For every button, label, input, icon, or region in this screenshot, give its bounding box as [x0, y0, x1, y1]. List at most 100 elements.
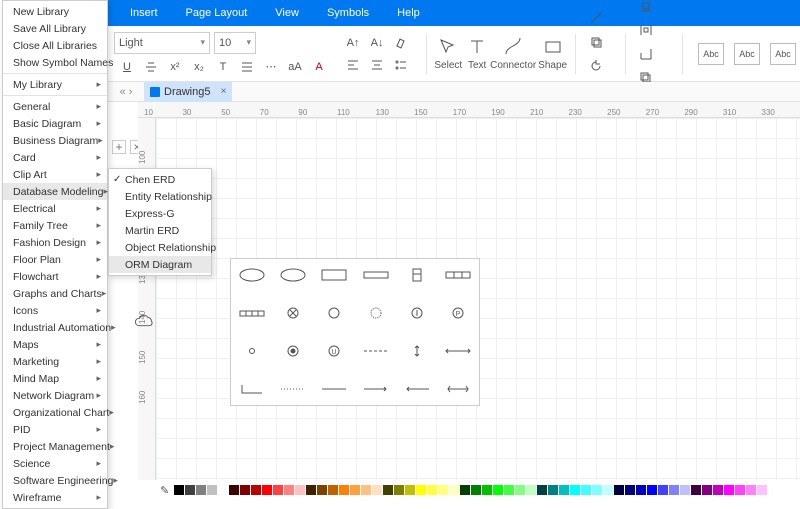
color-swatch[interactable] — [372, 485, 382, 495]
color-swatch[interactable] — [284, 485, 294, 495]
lib-menu-item[interactable]: Floor Plan▸ — [3, 251, 107, 268]
lib-menu-item[interactable]: Software Engineering▸ — [3, 472, 107, 489]
underline-button[interactable]: U — [118, 58, 136, 76]
font-increase-button[interactable]: A↑ — [344, 34, 362, 52]
fill-button[interactable] — [587, 0, 605, 3]
lib-menu-item[interactable]: Fashion Design▸ — [3, 234, 107, 251]
lib-menu-item[interactable]: Marketing▸ — [3, 353, 107, 370]
circle-p-icon[interactable]: P — [444, 306, 472, 320]
lib-menu-item[interactable]: PID▸ — [3, 421, 107, 438]
more-button[interactable]: ⋯ — [262, 58, 280, 76]
color-swatch[interactable] — [757, 485, 767, 495]
ellipse-shape-icon[interactable] — [238, 268, 266, 282]
superscript-button[interactable]: x² — [166, 58, 184, 76]
theme-preset-3[interactable]: Abc — [770, 43, 796, 65]
theme-preset-1[interactable]: Abc — [698, 43, 724, 65]
color-swatch[interactable] — [460, 485, 470, 495]
arrow-right-icon[interactable] — [362, 382, 390, 396]
color-swatch[interactable] — [262, 485, 272, 495]
submenu-item[interactable]: Express-G — [109, 205, 211, 222]
color-swatch[interactable] — [592, 485, 602, 495]
target-circle-icon[interactable] — [279, 344, 307, 358]
color-swatch[interactable] — [240, 485, 250, 495]
subscript-button[interactable]: x₂ — [190, 58, 208, 76]
color-swatch[interactable] — [702, 485, 712, 495]
color-swatch[interactable] — [647, 485, 657, 495]
lib-menu-item[interactable]: General▸ — [3, 98, 107, 115]
color-swatch[interactable] — [713, 485, 723, 495]
color-swatch[interactable] — [537, 485, 547, 495]
split-arrow-icon[interactable] — [444, 382, 472, 396]
submenu-item[interactable]: ORM Diagram — [109, 256, 211, 273]
library-menu[interactable]: New LibrarySave All LibraryClose All Lib… — [2, 0, 108, 509]
color-swatch[interactable] — [548, 485, 558, 495]
lib-menu-item[interactable]: Save All Library — [3, 20, 107, 37]
lib-menu-item[interactable]: Icons▸ — [3, 302, 107, 319]
shadow-button[interactable] — [587, 33, 605, 51]
color-swatch[interactable] — [493, 485, 503, 495]
color-swatch[interactable] — [636, 485, 646, 495]
color-swatch[interactable] — [295, 485, 305, 495]
menu-view[interactable]: View — [261, 7, 313, 19]
menu-page-layout[interactable]: Page Layout — [172, 7, 262, 19]
font-decrease-button[interactable]: A↓ — [368, 34, 386, 52]
rotate-button[interactable] — [587, 57, 605, 75]
color-swatch[interactable] — [416, 485, 426, 495]
color-swatch[interactable] — [394, 485, 404, 495]
circle-u-icon[interactable]: U — [320, 344, 348, 358]
bracket-icon[interactable] — [238, 382, 266, 396]
lib-menu-item[interactable]: Flowchart▸ — [3, 268, 107, 285]
color-swatch[interactable] — [625, 485, 635, 495]
color-swatch[interactable] — [614, 485, 624, 495]
color-swatch[interactable] — [207, 485, 217, 495]
text-button[interactable]: T — [214, 58, 232, 76]
add-library-button[interactable]: + — [112, 140, 126, 154]
lib-menu-item[interactable]: Maps▸ — [3, 336, 107, 353]
color-swatch[interactable] — [471, 485, 481, 495]
lib-menu-item[interactable]: Show Symbol Names — [3, 54, 107, 71]
color-swatch[interactable] — [405, 485, 415, 495]
rect-shape-icon[interactable] — [362, 268, 390, 282]
dotted-circle-icon[interactable] — [362, 306, 390, 320]
dotted-line-icon[interactable] — [279, 382, 307, 396]
text-tool[interactable]: Text — [466, 36, 488, 71]
lib-menu-item[interactable]: Card▸ — [3, 149, 107, 166]
lib-menu-item[interactable]: Mind Map▸ — [3, 370, 107, 387]
circle-label-icon[interactable] — [320, 306, 348, 320]
lib-menu-item[interactable]: Basic Diagram▸ — [3, 115, 107, 132]
circle-i-icon[interactable] — [403, 306, 431, 320]
color-swatch[interactable] — [746, 485, 756, 495]
vertical-arrow-icon[interactable] — [403, 344, 431, 358]
color-swatch[interactable] — [735, 485, 745, 495]
color-swatch[interactable] — [526, 485, 536, 495]
size-button[interactable] — [637, 45, 655, 63]
database-modeling-submenu[interactable]: ✓Chen ERDEntity RelationshipExpress-GMar… — [108, 168, 212, 276]
color-swatch[interactable] — [350, 485, 360, 495]
color-swatch[interactable] — [427, 485, 437, 495]
color-swatch[interactable] — [449, 485, 459, 495]
color-swatch[interactable] — [691, 485, 701, 495]
distribute-button[interactable] — [637, 21, 655, 39]
color-swatch[interactable] — [185, 485, 195, 495]
shape-tool[interactable]: Shape — [538, 36, 567, 71]
lib-menu-item[interactable]: Science▸ — [3, 455, 107, 472]
connector-tool[interactable]: Connector — [492, 36, 534, 71]
ellipse-shape-icon[interactable] — [279, 268, 307, 282]
case-button[interactable]: aA — [286, 58, 304, 76]
lib-menu-item[interactable]: Family Tree▸ — [3, 217, 107, 234]
arrow-left-icon[interactable] — [403, 382, 431, 396]
lib-menu-item[interactable]: Electrical▸ — [3, 200, 107, 217]
align-left-button[interactable] — [344, 56, 362, 74]
lib-menu-item[interactable]: Business Diagram▸ — [3, 132, 107, 149]
document-tab[interactable]: Drawing5 × — [144, 82, 232, 102]
line-button[interactable] — [587, 9, 605, 27]
double-arrow-icon[interactable] — [444, 344, 472, 358]
submenu-item[interactable]: Martin ERD — [109, 222, 211, 239]
color-swatch[interactable] — [273, 485, 283, 495]
color-swatch[interactable] — [438, 485, 448, 495]
strike-button[interactable] — [142, 58, 160, 76]
color-swatch[interactable] — [724, 485, 734, 495]
lib-menu-item[interactable]: Organizational Chart▸ — [3, 404, 107, 421]
table-shape-icon[interactable] — [444, 268, 472, 282]
dashed-line-icon[interactable] — [362, 344, 390, 358]
